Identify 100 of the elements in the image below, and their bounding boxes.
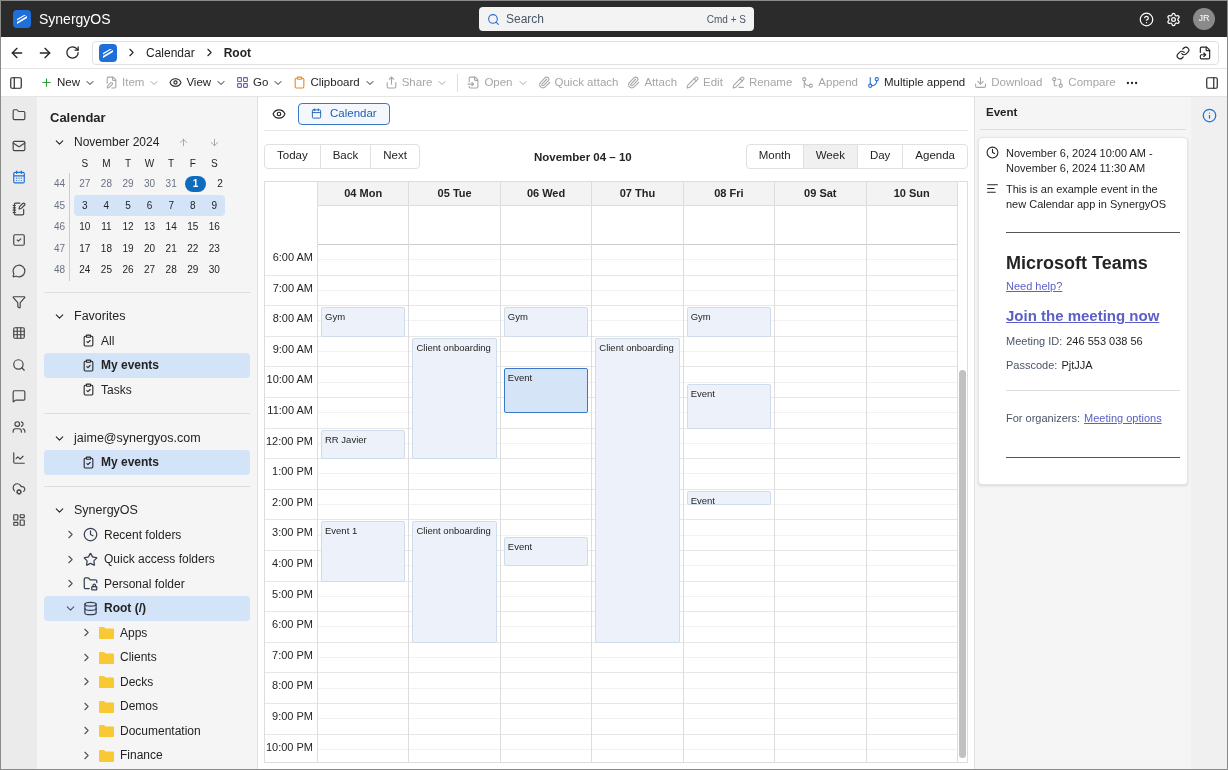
calendar-day[interactable]: 26 [117, 261, 139, 278]
sidebar-item[interactable]: Tasks [44, 377, 250, 402]
settings-icon[interactable] [1166, 11, 1181, 27]
notebook-icon[interactable] [12, 201, 26, 216]
file-link-icon[interactable] [1198, 45, 1212, 60]
calendar-event[interactable]: Gym [686, 307, 772, 337]
view-tab[interactable]: Calendar [298, 102, 390, 125]
tree-item[interactable]: Quick access folders [44, 547, 250, 572]
calendar-day[interactable]: 25 [95, 261, 118, 278]
checkbox-icon[interactable] [12, 232, 26, 247]
calendar-event[interactable]: RR Javier [321, 429, 406, 460]
calendar-event[interactable]: Event [503, 536, 589, 567]
calendar-day[interactable]: 20 [138, 240, 161, 257]
tree-item[interactable]: Apps [44, 620, 250, 645]
calendar-icon[interactable] [12, 170, 26, 185]
meeting-options-link[interactable]: Meeting options [1084, 410, 1162, 427]
join-link[interactable]: Join the meeting now [1006, 307, 1160, 324]
week-row[interactable]: 10 11 12 13 14 15 16 [74, 216, 226, 238]
calendar-day[interactable]: 29 [117, 175, 139, 192]
calendar-day[interactable]: 30 [203, 261, 226, 278]
calendar-day[interactable]: 13 [138, 218, 161, 235]
calendar-day[interactable]: 10 [74, 218, 96, 235]
calendar-event[interactable]: Gym [321, 307, 406, 337]
calendar-day[interactable]: 9 [203, 197, 226, 214]
calendar-day[interactable]: 23 [203, 240, 226, 257]
calendar-day[interactable]: 27 [74, 175, 96, 192]
calendar-day[interactable]: 19 [117, 240, 139, 257]
panel-left-icon[interactable] [9, 75, 23, 90]
link-icon[interactable] [1176, 45, 1190, 60]
tree-item[interactable]: Personal folder [44, 571, 250, 596]
calendar-day[interactable]: 18 [95, 240, 118, 257]
tree-item[interactable]: Root (/) [44, 596, 250, 621]
calendar-day[interactable]: 28 [160, 261, 182, 278]
cloud-icon[interactable] [12, 482, 26, 497]
search-field[interactable]: Search Cmd + S [479, 7, 754, 31]
chat-icon[interactable] [12, 263, 26, 278]
calendar-day[interactable]: 16 [203, 218, 226, 235]
toolbar-button[interactable]: New [40, 73, 96, 92]
nav-button[interactable]: Next [370, 144, 419, 168]
tree-item[interactable]: Clients [44, 645, 250, 670]
range-tab[interactable]: Month [746, 144, 803, 168]
chart-icon[interactable] [12, 451, 26, 466]
calendar-day[interactable]: 17 [74, 240, 96, 257]
help-icon[interactable] [1139, 11, 1154, 27]
calendar-day[interactable]: 27 [138, 261, 161, 278]
calendar-event[interactable]: Client onboarding [595, 337, 680, 643]
calendar-event[interactable]: Event [686, 490, 772, 506]
sidebar-item[interactable]: My events [44, 450, 250, 475]
grid-icon[interactable] [12, 326, 26, 341]
nav-button[interactable]: Back [319, 144, 371, 168]
search-icon[interactable] [12, 357, 26, 372]
calendar-event[interactable]: Client onboarding [412, 521, 497, 643]
people-icon[interactable] [12, 419, 26, 434]
address-bar[interactable]: Calendar Root [92, 40, 1219, 65]
calendar-day[interactable]: 8 [181, 197, 204, 214]
calendar-event[interactable]: Event 1 [321, 521, 406, 582]
calendar-day[interactable]: 30 [138, 175, 161, 192]
folder-icon[interactable] [12, 108, 26, 122]
sidebar-item[interactable]: My events [44, 353, 250, 378]
tree-item[interactable]: Demos [44, 694, 250, 719]
mail-icon[interactable] [12, 139, 26, 154]
dashboard-icon[interactable] [12, 513, 26, 528]
tree-item[interactable]: Recent folders [44, 522, 250, 547]
calendar-day[interactable]: 12 [117, 218, 139, 235]
calendar-day[interactable]: 24 [74, 261, 96, 278]
panel-right-icon[interactable] [1205, 75, 1219, 90]
calendar-day[interactable]: 1 [184, 175, 207, 192]
calendar-event[interactable]: Event [503, 368, 589, 414]
calendar-day[interactable]: 22 [181, 240, 204, 257]
calendar-event[interactable]: Client onboarding [412, 337, 497, 460]
calendar-day[interactable]: 29 [181, 261, 204, 278]
calendar-day[interactable]: 15 [181, 218, 204, 235]
calendar-day[interactable]: 3 [74, 197, 96, 214]
range-tab[interactable]: Week [802, 144, 857, 168]
calendar-event[interactable]: Event [686, 383, 772, 429]
calendar-day[interactable]: 11 [95, 218, 118, 235]
tree-item[interactable]: Decks [44, 669, 250, 694]
calendar-day[interactable]: 7 [160, 197, 182, 214]
breadcrumb-item[interactable]: Root [223, 43, 252, 62]
message-icon[interactable] [12, 388, 26, 403]
range-tab[interactable]: Day [856, 144, 903, 168]
calendar-day[interactable]: 6 [138, 197, 161, 214]
sidebar-item[interactable]: All [44, 328, 250, 353]
toolbar-button[interactable]: Clipboard [293, 73, 376, 92]
refresh-icon[interactable] [65, 45, 80, 60]
toolbar-button[interactable]: View [169, 73, 228, 92]
tree-item[interactable]: Finance [44, 743, 250, 768]
range-tab[interactable]: Agenda [902, 144, 967, 168]
calendar-day[interactable]: 4 [95, 197, 118, 214]
toolbar-button[interactable]: Go [236, 73, 285, 92]
info-icon[interactable] [1201, 108, 1217, 123]
calendar-day[interactable]: 28 [95, 175, 118, 192]
calendar-day[interactable]: 21 [160, 240, 182, 257]
week-row[interactable]: 17 18 19 20 21 22 23 [74, 237, 226, 259]
week-row[interactable]: 24 25 26 27 28 29 30 [74, 259, 226, 281]
search-input[interactable]: Search [506, 10, 701, 28]
eye-icon[interactable] [272, 106, 286, 121]
calendar-day[interactable]: 31 [160, 175, 182, 192]
week-row[interactable]: 27 28 29 30 31 1 2 [74, 173, 231, 195]
help-link[interactable]: Need help? [1006, 280, 1063, 292]
